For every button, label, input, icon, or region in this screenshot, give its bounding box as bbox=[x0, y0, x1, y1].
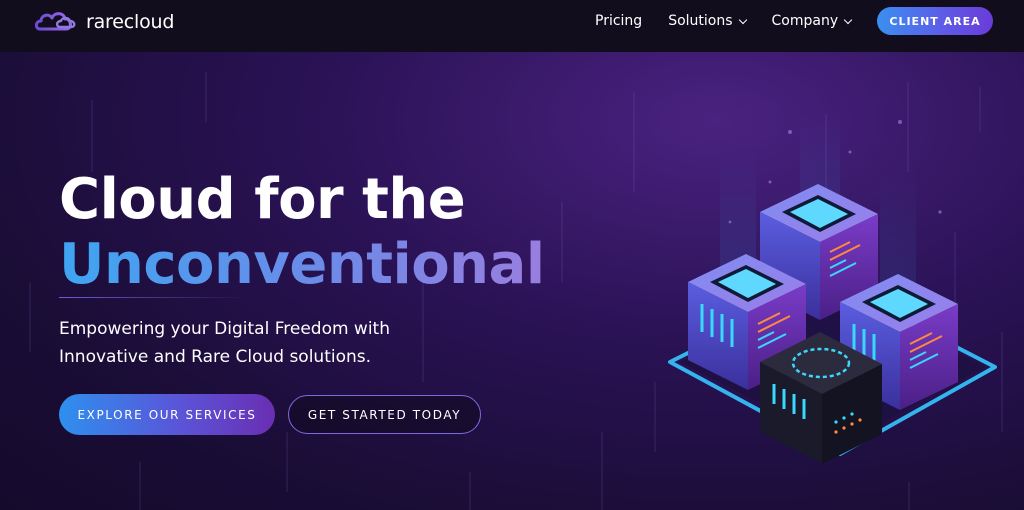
hero-subtext-line1: Empowering your Digital Freedom with bbox=[59, 319, 391, 339]
explore-services-button[interactable]: EXPLORE OUR SERVICES bbox=[59, 394, 275, 435]
headline-divider bbox=[59, 297, 247, 298]
hero-section: Cloud for the Unconventional Empowering … bbox=[0, 52, 1024, 510]
hero-headline-line2: Unconventional bbox=[59, 232, 545, 297]
hero-headline-line1: Cloud for the bbox=[59, 167, 466, 232]
hero-subtext-line2: Innovative and Rare Cloud solutions. bbox=[59, 347, 372, 367]
chevron-down-icon bbox=[738, 15, 747, 24]
nav-pricing[interactable]: Pricing bbox=[595, 13, 642, 29]
brand-logo[interactable]: rarecloud bbox=[34, 9, 174, 35]
brand-name: rarecloud bbox=[86, 11, 175, 33]
nav-links: Pricing Solutions Company bbox=[595, 13, 853, 29]
cloud-logo-icon bbox=[34, 12, 76, 31]
chevron-down-icon bbox=[843, 15, 853, 24]
nav-company[interactable]: Company bbox=[771, 13, 853, 29]
server-cubes-illustration bbox=[668, 112, 997, 464]
top-navbar: rarecloud Pricing Solutions Company CLIE… bbox=[0, 0, 1024, 52]
get-started-button[interactable]: GET STARTED TODAY bbox=[288, 395, 481, 434]
nav-company-label: Company bbox=[771, 13, 839, 29]
client-area-button[interactable]: CLIENT AREA bbox=[877, 7, 993, 35]
nav-solutions[interactable]: Solutions bbox=[668, 13, 747, 29]
hero-subtext: Empowering your Digital Freedom with Inn… bbox=[59, 315, 479, 371]
nav-pricing-label: Pricing bbox=[595, 13, 643, 29]
nav-solutions-label: Solutions bbox=[668, 13, 733, 29]
